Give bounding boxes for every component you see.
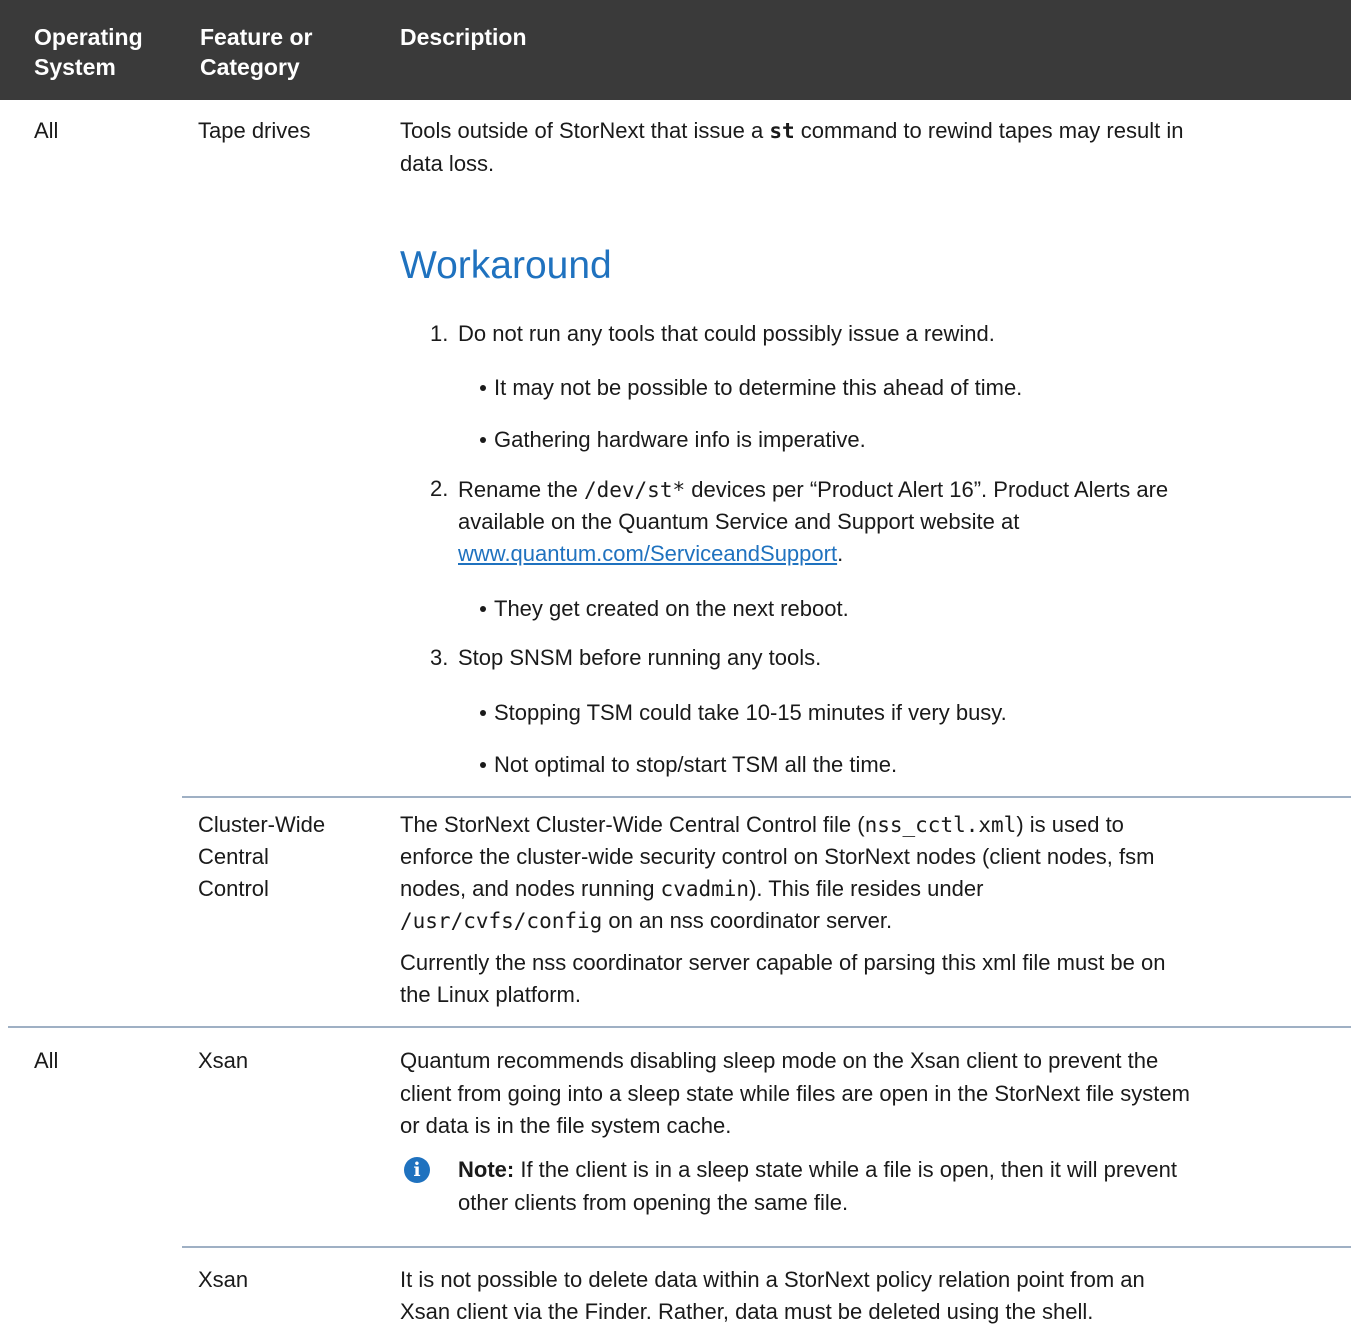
bullet-dot — [480, 385, 486, 391]
row-divider — [182, 796, 1351, 798]
bullet-dot — [480, 762, 486, 768]
description-line: or data is in the file system cache. — [400, 1113, 732, 1138]
feature-cell: Xsan — [198, 1048, 249, 1073]
step-text: available on the Quantum Service and Sup… — [458, 509, 1020, 534]
description-line: It is not possible to delete data within… — [400, 1267, 1145, 1292]
step-text: Stop SNSM before running any tools. — [458, 645, 822, 670]
description-line: Xsan client via the Finder. Rather, data… — [400, 1299, 1094, 1324]
header-operating-system: Operating System — [34, 24, 143, 80]
workaround-heading: Workaround — [400, 244, 612, 287]
description-line: nodes, and nodes running cvadmin). This … — [400, 876, 984, 901]
description-line: data loss. — [400, 151, 495, 176]
feature-cell: Tape drives — [198, 118, 311, 143]
step-text: Rename the /dev/st* devices per “Product… — [458, 477, 1169, 502]
step-number: 2. — [430, 476, 449, 501]
bullet-text: Not optimal to stop/start TSM all the ti… — [494, 752, 898, 777]
header-description: Description — [400, 24, 527, 50]
description-line: Quantum recommends disabling sleep mode … — [400, 1048, 1159, 1073]
description-line: Tools outside of StorNext that issue a s… — [400, 118, 1184, 143]
feature-cell: Xsan — [198, 1267, 249, 1292]
step-text: Do not run any tools that could possibly… — [458, 321, 995, 346]
bullet-text: Stopping TSM could take 10-15 minutes if… — [494, 700, 1007, 725]
os-cell: All — [34, 1048, 59, 1073]
description-line: /usr/cvfs/config on an nss coordinator s… — [400, 908, 893, 933]
feature-cell: Cluster-Wide Central Control — [198, 812, 326, 901]
step-number: 3. — [430, 645, 449, 670]
description-line: The StorNext Cluster-Wide Central Contro… — [400, 812, 1124, 837]
info-icon: i — [404, 1157, 430, 1183]
description-line: enforce the cluster-wide security contro… — [400, 844, 1155, 869]
description-line: Currently the nss coordinator server cap… — [400, 950, 1166, 975]
description-line: the Linux platform. — [400, 982, 581, 1007]
bullet-text: They get created on the next reboot. — [494, 596, 849, 621]
step-number: 1. — [430, 321, 449, 346]
bullet-dot — [480, 437, 486, 443]
bullet-text: It may not be possible to determine this… — [494, 375, 1023, 400]
row-divider — [182, 1246, 1351, 1248]
note-line: other clients from opening the same file… — [458, 1190, 849, 1215]
table-header: Operating System Feature or Category Descr… — [0, 0, 1351, 100]
os-cell: All — [34, 118, 59, 143]
note-line: Note: If the client is in a sleep state … — [458, 1157, 1178, 1182]
bullet-text: Gathering hardware info is imperative. — [494, 427, 866, 452]
header-feature-category: Feature or Category — [200, 24, 313, 80]
row-divider — [8, 1026, 1351, 1028]
bullet-dot — [480, 710, 486, 716]
step-text: www.quantum.com/ServiceandSupport. — [458, 541, 844, 566]
bullet-dot — [480, 606, 486, 612]
service-support-link[interactable]: www.quantum.com/ServiceandSupport — [458, 541, 837, 566]
description-line: client from going into a sleep state whi… — [400, 1081, 1190, 1106]
